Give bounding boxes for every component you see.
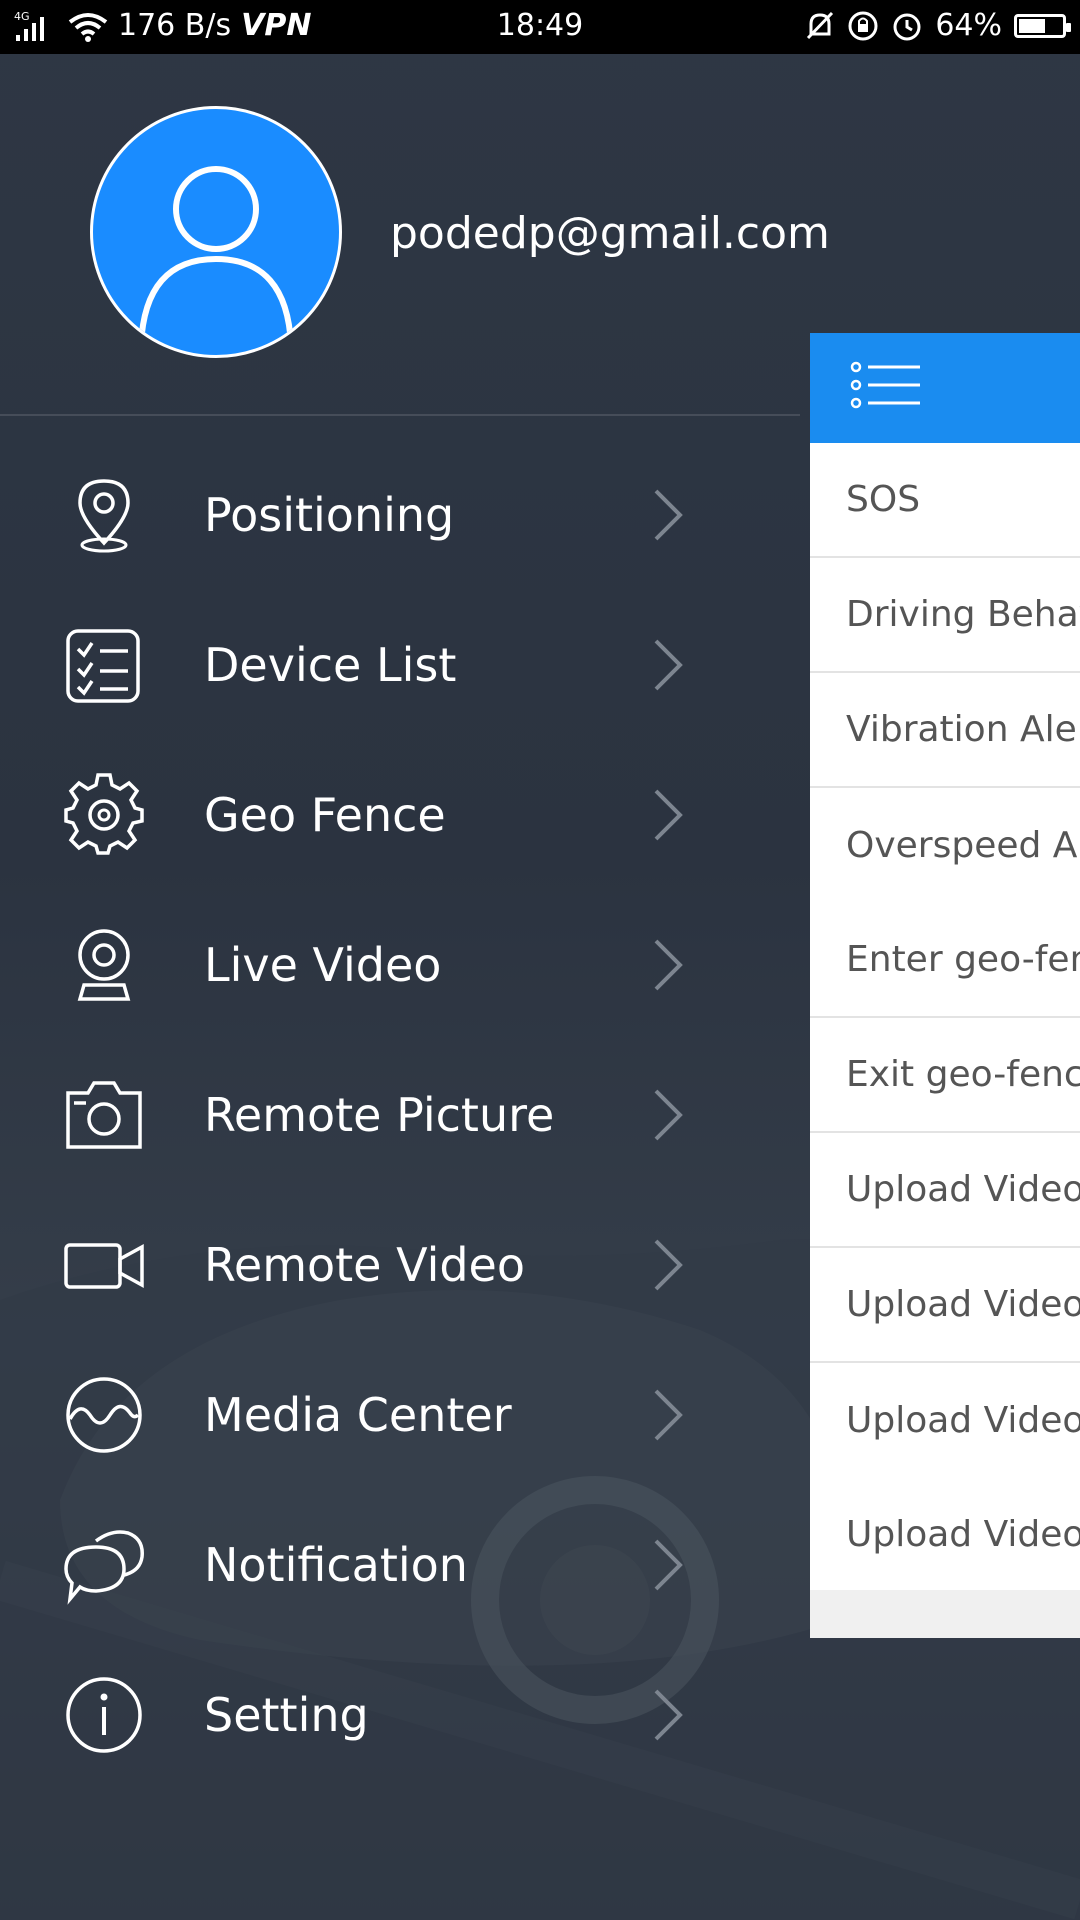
chevron-right-icon — [654, 1389, 683, 1441]
chevron-right-icon — [654, 1239, 683, 1291]
menu-item-label: Positioning — [204, 488, 455, 542]
info-icon — [66, 1677, 142, 1753]
menu-item-geo-fence[interactable]: Geo Fence — [0, 740, 760, 890]
menu-item-label: Media Center — [204, 1388, 512, 1442]
menu-item-device-list[interactable]: Device List — [0, 590, 760, 740]
alarm-type-panel: SOS Driving Behavi Vibration Alert Overs… — [810, 333, 1080, 1638]
location-pin-icon — [78, 479, 130, 553]
wave-circle-icon — [66, 1377, 142, 1453]
panel-row-vibration-alert[interactable]: Vibration Alert — [810, 673, 1080, 788]
menu-item-label: Geo Fence — [204, 788, 446, 842]
user-email: podedp@gmail.com — [390, 208, 830, 259]
checklist-icon — [66, 629, 140, 703]
panel-footer — [810, 1590, 1080, 1638]
mute-bell-icon — [807, 11, 834, 39]
menu-item-label: Live Video — [204, 938, 442, 992]
status-right: 64% — [805, 8, 1071, 43]
panel-row-upload-video-2[interactable]: Upload Video- — [810, 1248, 1080, 1363]
chevron-right-icon — [654, 639, 683, 691]
chevron-right-icon — [654, 939, 683, 991]
chevron-right-icon — [654, 489, 683, 541]
camera-icon — [66, 1081, 142, 1149]
panel-row-sos[interactable]: SOS — [810, 443, 1080, 558]
menu-item-media-center[interactable]: Media Center — [0, 1340, 760, 1490]
panel-row-upload-video-4[interactable]: Upload Video- — [810, 1478, 1080, 1593]
menu-item-label: Notification — [204, 1538, 468, 1592]
user-icon — [138, 166, 294, 346]
video-camera-icon — [64, 1243, 144, 1289]
chevron-right-icon — [654, 1089, 683, 1141]
menu-item-positioning[interactable]: Positioning — [0, 440, 760, 590]
alarm-icon — [893, 13, 921, 40]
chevron-right-icon — [654, 789, 683, 841]
menu-item-label: Device List — [204, 638, 457, 692]
gear-icon — [64, 773, 144, 855]
panel-row-driving-behavior[interactable]: Driving Behavi — [810, 558, 1080, 673]
webcam-icon — [77, 929, 131, 1001]
rotation-lock-icon — [848, 11, 878, 40]
panel-header — [810, 333, 1080, 443]
panel-row-exit-geo-fence[interactable]: Exit geo-fence — [810, 1018, 1080, 1133]
menu-item-label: Remote Picture — [204, 1088, 555, 1142]
panel-row-overspeed-alert[interactable]: Overspeed Ale — [810, 788, 1080, 903]
battery-percent: 64% — [935, 8, 1002, 43]
panel-row-upload-video-1[interactable]: Upload Video- — [810, 1133, 1080, 1248]
menu-item-remote-picture[interactable]: Remote Picture — [0, 1040, 760, 1190]
panel-row-upload-video-3[interactable]: Upload Video- — [810, 1363, 1080, 1478]
chevron-right-icon — [654, 1689, 683, 1741]
menu-item-remote-video[interactable]: Remote Video — [0, 1190, 760, 1340]
menu-item-setting[interactable]: Setting — [0, 1640, 760, 1790]
menu-item-live-video[interactable]: Live Video — [0, 890, 760, 1040]
avatar[interactable] — [90, 106, 342, 358]
panel-row-enter-geo-fence[interactable]: Enter geo-fenc — [810, 903, 1080, 1018]
chevron-right-icon — [654, 1539, 683, 1591]
status-bar: 4G 176 B/s VPN 18:49 64% — [0, 0, 1080, 54]
battery-icon — [1014, 13, 1071, 38]
menu-item-label: Remote Video — [204, 1238, 525, 1292]
profile-divider — [0, 414, 800, 416]
menu-item-label: Setting — [204, 1688, 369, 1742]
chat-bubbles-icon — [64, 1530, 144, 1605]
menu-item-notification[interactable]: Notification — [0, 1490, 760, 1640]
list-icon[interactable] — [848, 355, 928, 425]
